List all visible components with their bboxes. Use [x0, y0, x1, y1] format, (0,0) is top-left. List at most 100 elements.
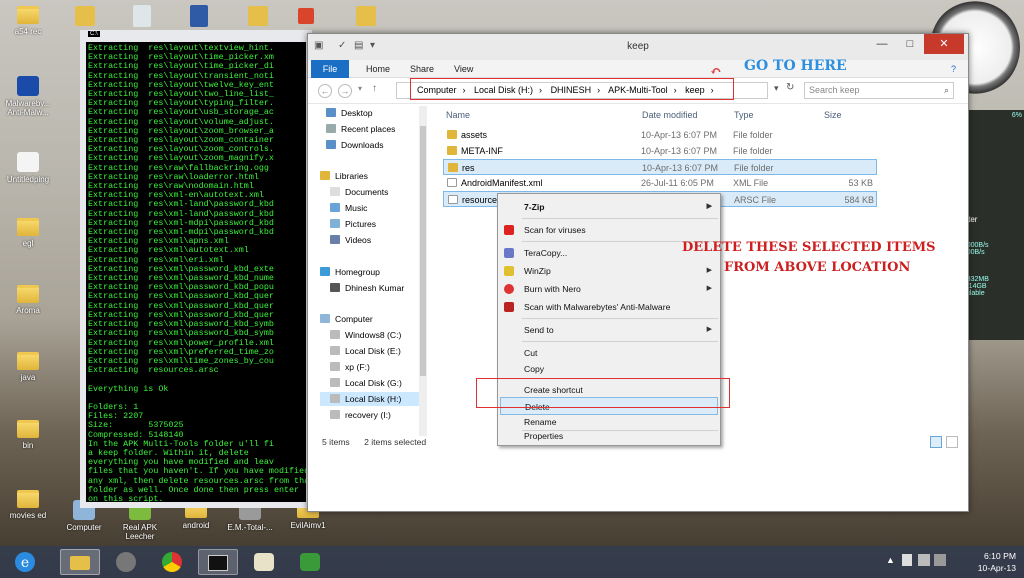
nav-item-drive-i[interactable]: recovery (I:): [330, 408, 391, 422]
nav-item-desktop[interactable]: Desktop: [326, 106, 373, 120]
folder-icon: [17, 352, 39, 370]
folder-icon[interactable]: [75, 6, 95, 26]
nav-scrollbar[interactable]: [419, 106, 427, 436]
menu-item-winzip[interactable]: WinZip ▶: [498, 262, 720, 280]
folder-icon[interactable]: [248, 6, 268, 26]
nav-item-drive-h[interactable]: Local Disk (H:): [320, 392, 424, 406]
large-icons-view-button[interactable]: [946, 436, 958, 448]
nav-item-homegroup[interactable]: Homegroup: [320, 265, 380, 279]
console-title-icon: C:\: [88, 31, 100, 37]
volume-icon[interactable]: [934, 554, 946, 566]
menu-item-copy[interactable]: Copy: [498, 360, 720, 378]
chevron-up-icon[interactable]: ▲: [886, 555, 895, 565]
paint-icon[interactable]: [244, 549, 284, 575]
nav-item-videos[interactable]: Videos: [330, 233, 371, 247]
annotation-arrow-icon: ↶: [710, 64, 722, 80]
virtualbox-icon[interactable]: [190, 5, 208, 27]
nav-item-music[interactable]: Music: [330, 201, 367, 215]
desktop-icon-label: egl: [22, 239, 34, 248]
file-row-assets[interactable]: assets 10-Apr-13 6:07 PM File folder: [443, 127, 877, 143]
menu-item-properties[interactable]: Properties: [498, 427, 720, 445]
details-view-button[interactable]: [930, 436, 942, 448]
desktop-icon-label: java: [20, 373, 36, 382]
desktop-icon-untitledping[interactable]: Untitledping: [0, 152, 56, 184]
desktop-icon-aroma[interactable]: Aroma: [0, 285, 56, 315]
nav-item-downloads[interactable]: Downloads: [326, 138, 384, 152]
chrome-icon[interactable]: [152, 549, 192, 575]
desktop-icon-movies-ed[interactable]: movies ed: [0, 490, 56, 520]
nav-item-drive-e[interactable]: Local Disk (E:): [330, 344, 401, 358]
help-icon[interactable]: ?: [943, 60, 964, 78]
up-button[interactable]: ↑: [372, 83, 377, 94]
column-header-type[interactable]: Type: [734, 110, 754, 120]
search-input[interactable]: Search keep ⌕: [804, 82, 954, 99]
tab-share[interactable]: Share: [402, 60, 442, 78]
folder-icon[interactable]: [356, 6, 376, 26]
app-icon[interactable]: [298, 8, 314, 24]
flag-icon[interactable]: [902, 554, 912, 566]
folder-icon: [447, 130, 457, 139]
menu-item-send-to[interactable]: Send to ▶: [498, 321, 720, 339]
desktop-icon-label: Aroma: [16, 306, 40, 315]
menu-item-scan-viruses[interactable]: Scan for viruses: [498, 221, 720, 239]
desktop-icon-java[interactable]: java: [0, 352, 56, 382]
dropdown-arrow-icon[interactable]: ▾: [774, 83, 779, 94]
desktop-icon-bin[interactable]: bin: [0, 420, 56, 450]
desktop-icon-label: movies ed: [9, 511, 47, 520]
desktop-icon-label: bin: [22, 441, 34, 450]
desktop-icon-egl[interactable]: egl: [0, 218, 56, 248]
teracopy-icon: [504, 248, 514, 258]
recent-locations-button[interactable]: ▾: [358, 84, 362, 93]
menu-item-7zip[interactable]: 7-Zip ▶: [498, 198, 720, 216]
column-header-date[interactable]: Date modified: [642, 110, 698, 120]
nav-item-drive-c[interactable]: Windows8 (C:): [330, 328, 401, 342]
nav-item-recent-places[interactable]: Recent places: [326, 122, 395, 136]
chevron-right-icon: ▶: [706, 203, 712, 210]
desktop-icon-a54-rec[interactable]: a54 rec: [0, 6, 56, 36]
clock-time: 6:10 PM: [983, 551, 1016, 561]
command-prompt-taskbar-button[interactable]: [198, 549, 238, 575]
delete-highlight-box: [476, 378, 730, 408]
forward-button[interactable]: →: [338, 84, 352, 98]
system-clock[interactable]: 6:10 PM 10-Apr-13: [978, 550, 1016, 574]
file-row-res[interactable]: res 10-Apr-13 6:07 PM File folder: [443, 159, 877, 175]
tab-file[interactable]: File: [311, 60, 349, 78]
tab-home[interactable]: Home: [358, 60, 398, 78]
recycle-bin-icon[interactable]: [133, 5, 151, 27]
nav-item-drive-f[interactable]: xp (F:): [330, 360, 370, 374]
search-icon[interactable]: ⌕: [944, 83, 949, 98]
desktop-icon-label: android: [182, 521, 210, 530]
close-button[interactable]: ✕: [924, 34, 964, 54]
desktop-icon-malwarebytes[interactable]: Malwareby... Anti-Malw...: [0, 76, 56, 117]
tab-view[interactable]: View: [446, 60, 481, 78]
annotation-go-here: GO TO HERE: [744, 58, 847, 74]
nav-item-drive-g[interactable]: Local Disk (G:): [330, 376, 402, 390]
refresh-icon[interactable]: ↻: [786, 82, 794, 93]
explorer-titlebar[interactable]: ▣ ✓ ▤ ▾ keep — □ ✕: [308, 34, 968, 60]
nav-item-dhinesh-kumar[interactable]: Dhinesh Kumar: [330, 281, 404, 295]
menu-separator: [522, 218, 718, 219]
menu-item-burn-nero[interactable]: Burn with Nero ▶: [498, 280, 720, 298]
menu-item-scan-malwarebytes[interactable]: Scan with Malwarebytes' Anti-Malware: [498, 298, 720, 316]
scroll-thumb[interactable]: [420, 126, 426, 376]
ribbon-tabs: File Home Share View ?: [308, 60, 968, 78]
file-explorer-taskbar-button[interactable]: [60, 549, 100, 575]
internet-download-manager-icon[interactable]: [290, 549, 330, 575]
navigation-pane: Desktop Recent places Downloads Librarie…: [316, 106, 426, 451]
maximize-button[interactable]: □: [896, 34, 924, 54]
file-row-meta-inf[interactable]: META-INF 10-Apr-13 6:07 PM File folder: [443, 143, 877, 159]
nav-item-libraries[interactable]: Libraries: [320, 169, 368, 183]
back-button[interactable]: ←: [318, 84, 332, 98]
column-header-size[interactable]: Size: [824, 110, 842, 120]
network-icon[interactable]: [918, 554, 930, 566]
nav-item-pictures[interactable]: Pictures: [330, 217, 376, 231]
file-row-androidmanifest[interactable]: AndroidManifest.xml 26-Jul-11 6:05 PM XM…: [443, 175, 877, 191]
game-icon[interactable]: [106, 549, 146, 575]
image-file-icon: [17, 152, 39, 172]
nav-item-computer[interactable]: Computer: [320, 312, 373, 326]
command-prompt-window[interactable]: C:\ Extracting res\layout\textview_hint.…: [80, 30, 312, 508]
ie-icon[interactable]: e: [12, 549, 44, 575]
nav-item-documents[interactable]: Documents: [330, 185, 388, 199]
minimize-button[interactable]: —: [868, 34, 896, 54]
column-header-name[interactable]: Name: [446, 110, 470, 120]
